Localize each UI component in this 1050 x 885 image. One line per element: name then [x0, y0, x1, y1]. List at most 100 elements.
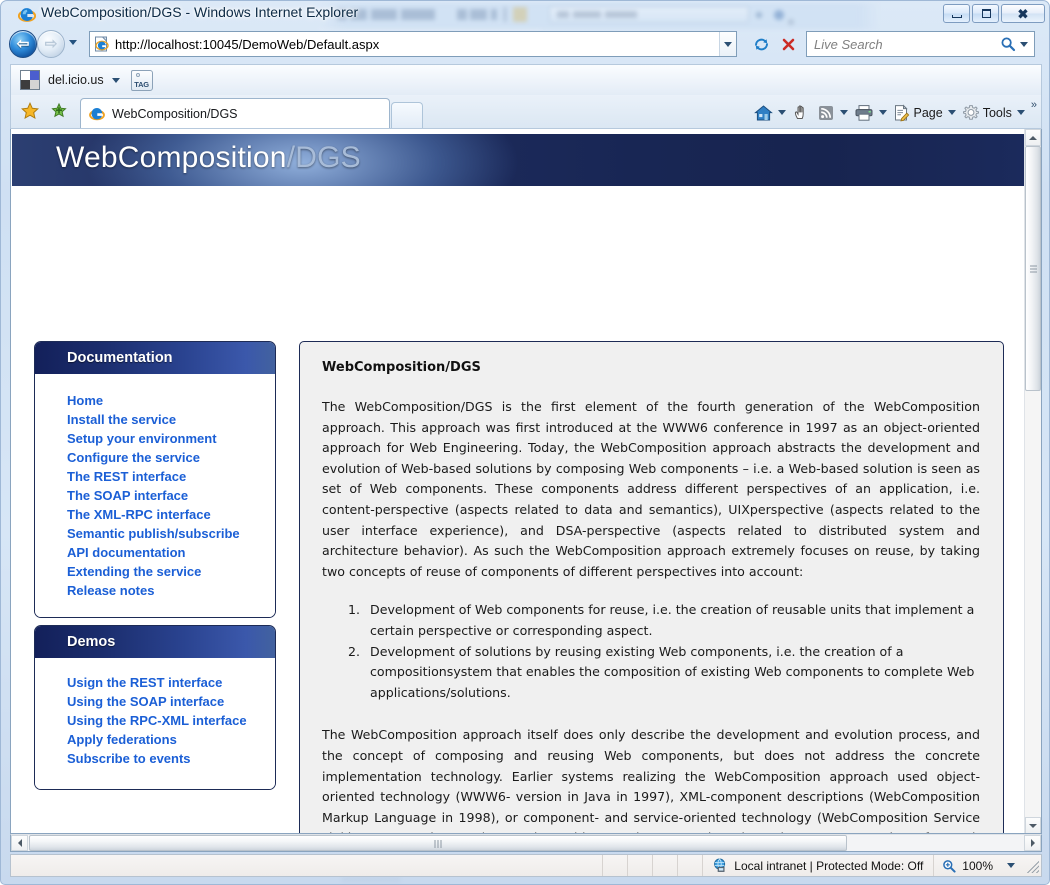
home-chevron-down-icon[interactable]	[778, 110, 787, 115]
sidebar-link-the-soap-interface[interactable]: The SOAP interface	[67, 487, 275, 505]
favorites-center-icon[interactable]	[20, 101, 40, 121]
triangle-up-icon	[1029, 135, 1037, 140]
sidebar-link-the-xml-rpc-interface[interactable]: The XML-RPC interface	[67, 506, 275, 524]
background-window-ghost-bottom	[341, 877, 401, 884]
internet-explorer-icon	[18, 8, 36, 22]
main-content-box: WebComposition/DGS The WebComposition/DG…	[299, 341, 1004, 833]
security-zone-indicator[interactable]: Local intranet | Protected Mode: Off	[703, 855, 933, 876]
sidebar-link-the-rest-interface[interactable]: The REST interface	[67, 468, 275, 486]
print-button[interactable]	[851, 101, 890, 125]
print-chevron-down-icon[interactable]	[879, 110, 888, 115]
rss-icon	[819, 105, 834, 120]
tab-label: WebComposition/DGS	[112, 106, 238, 121]
zoom-chevron-down-icon[interactable]	[1007, 863, 1015, 868]
address-dropdown-button[interactable]	[719, 32, 736, 56]
status-cell	[603, 855, 627, 876]
new-tab-button[interactable]	[391, 102, 423, 128]
list-item: Development of solutions by reusing exis…	[364, 642, 980, 704]
address-url-text: http://localhost:10045/DemoWeb/Default.a…	[115, 36, 380, 52]
page-menu-button[interactable]: Page	[890, 101, 958, 125]
scroll-left-button[interactable]	[11, 835, 28, 851]
sidebar-link-extending-the-service[interactable]: Extending the service	[67, 563, 275, 581]
scroll-down-button[interactable]	[1025, 817, 1041, 833]
refresh-icon	[755, 38, 768, 50]
sidebar-link-subscribe-to-events[interactable]: Subscribe to events	[67, 750, 275, 768]
tools-menu-label: Tools	[982, 105, 1012, 120]
close-button[interactable]: ✖	[1001, 4, 1045, 23]
vertical-scrollbar-thumb[interactable]	[1025, 146, 1041, 391]
forward-arrow-icon: ⇨	[44, 35, 58, 53]
horizontal-scrollbar-thumb[interactable]	[29, 835, 847, 851]
resize-grip-icon[interactable]	[1025, 858, 1039, 873]
status-cell	[653, 855, 677, 876]
refresh-button[interactable]	[749, 31, 774, 57]
sidebar-link-using-the-rest-interface[interactable]: Usign the REST interface	[67, 674, 275, 692]
zoom-control[interactable]: 100%	[934, 855, 1023, 876]
page-viewport: WebComposition/DGS Documentation Home In…	[10, 129, 1042, 834]
delicious-tag-button[interactable]: TAG	[130, 69, 153, 91]
sidebar-link-home[interactable]: Home	[67, 392, 275, 410]
status-bar: Local intranet | Protected Mode: Off 100…	[10, 854, 1042, 877]
tab-webcomposition-dgs[interactable]: WebComposition/DGS	[80, 98, 390, 128]
panel-heading-text: Demos	[67, 634, 116, 650]
window-title: WebComposition/DGS - Windows Internet Ex…	[41, 4, 359, 20]
tools-chevron-down-icon[interactable]	[1016, 110, 1025, 115]
zoom-level-text: 100%	[962, 858, 993, 873]
feeds-button[interactable]	[789, 101, 814, 125]
scroll-up-button[interactable]	[1025, 129, 1041, 146]
back-button[interactable]: ⇦	[9, 30, 37, 58]
scrollbar-grip-icon	[434, 840, 442, 848]
minimize-button[interactable]	[943, 4, 970, 23]
site-title-main: WebComposition	[56, 141, 287, 174]
sidebar-link-semantic-publish-subscribe[interactable]: Semantic publish/subscribe	[67, 525, 275, 543]
panel-links-documentation: Home Install the service Setup your envi…	[35, 374, 275, 617]
home-button[interactable]	[751, 101, 789, 125]
sidebar-link-release-notes[interactable]: Release notes	[67, 582, 275, 600]
sidebar-link-using-the-soap-interface[interactable]: Using the SOAP interface	[67, 693, 275, 711]
site-banner: WebComposition/DGS	[12, 134, 1026, 186]
search-icon[interactable]	[1000, 36, 1016, 52]
status-cell	[678, 855, 702, 876]
add-to-favorites-icon[interactable]	[49, 101, 69, 121]
address-input[interactable]: http://localhost:10045/DemoWeb/Default.a…	[89, 31, 737, 57]
tab-favicon-icon	[89, 107, 105, 120]
forward-button[interactable]: ⇨	[37, 30, 65, 58]
maximize-button[interactable]	[972, 4, 999, 23]
recent-pages-chevron-icon[interactable]	[69, 40, 77, 45]
gear-icon	[962, 104, 979, 120]
triangle-left-icon	[17, 839, 22, 847]
page-horizontal-scrollbar[interactable]	[10, 834, 1042, 852]
page-icon	[895, 103, 910, 121]
rss-chevron-down-icon[interactable]	[840, 110, 849, 115]
sidebar-link-setup-your-environment[interactable]: Setup your environment	[67, 430, 275, 448]
address-bar-row: ⇦ ⇨ http://localhost:10045/DemoWeb/Defau…	[1, 29, 1049, 61]
page-vertical-scrollbar[interactable]	[1024, 129, 1041, 833]
page-chevron-down-icon[interactable]	[947, 110, 956, 115]
search-provider-chevron-icon[interactable]	[1020, 41, 1028, 47]
command-bar: Page Tools »	[751, 99, 1037, 126]
caption-button-group: ✖	[943, 4, 1045, 23]
tools-menu-button[interactable]: Tools	[959, 101, 1028, 125]
sidebar-link-using-the-rpc-xml-interface[interactable]: Using the RPC-XML interface	[67, 712, 275, 730]
sidebar-link-configure-the-service[interactable]: Configure the service	[67, 449, 275, 467]
delicious-logo-icon	[20, 70, 40, 90]
search-input[interactable]: Live Search	[806, 31, 1035, 57]
content-heading: WebComposition/DGS	[322, 360, 481, 375]
stop-button[interactable]	[776, 31, 801, 57]
sidebar-link-api-documentation[interactable]: API documentation	[67, 544, 275, 562]
panel-heading-documentation: Documentation	[35, 342, 275, 374]
local-intranet-icon	[714, 858, 726, 872]
delicious-chevron-down-icon[interactable]	[111, 77, 120, 83]
triangle-down-icon	[1029, 823, 1037, 828]
delicious-button-label[interactable]: del.icio.us	[48, 73, 104, 87]
rss-button[interactable]	[814, 101, 851, 125]
sidebar-link-apply-federations[interactable]: Apply federations	[67, 731, 275, 749]
print-icon	[855, 104, 873, 121]
triangle-right-icon	[1030, 839, 1035, 847]
sidebar-link-install-the-service[interactable]: Install the service	[67, 411, 275, 429]
status-cell	[628, 855, 652, 876]
security-zone-text: Local intranet | Protected Mode: Off	[734, 858, 924, 873]
scroll-right-button[interactable]	[1024, 835, 1041, 851]
tag-hole-icon	[135, 72, 140, 77]
command-bar-overflow-button[interactable]: »	[1031, 99, 1037, 111]
